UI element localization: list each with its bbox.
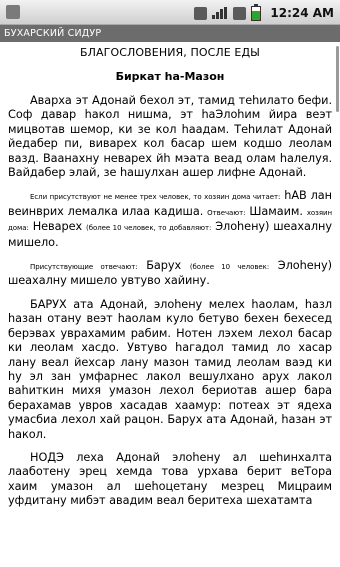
notification-icon bbox=[6, 5, 20, 19]
paragraph-5: НОДЭ леха Адонай элоhену ал шеhинхалта л… bbox=[8, 450, 332, 508]
paragraph-2: Если присутствуют не менее трех человек,… bbox=[8, 189, 332, 250]
battery-icon bbox=[251, 3, 262, 21]
paragraph-4: БАРУХ ата Адонай, элоhену мелех hаолам, … bbox=[8, 297, 332, 441]
prayer-text-view[interactable]: БЛАГОСЛОВЕНИЯ, ПОСЛЕ ЕДЫ Биркат hа-Мазон… bbox=[0, 43, 340, 567]
network-icon bbox=[233, 6, 247, 20]
paragraph-3: Присутствующие отвечают: Барух (более 10… bbox=[8, 259, 332, 289]
prayer-text: Барух bbox=[146, 259, 182, 273]
prayer-text: Шамаим. bbox=[249, 204, 303, 218]
signal-icon bbox=[212, 7, 228, 19]
instruction-text: Присутствующие отвечают: bbox=[30, 263, 138, 272]
instruction-text: (более 10 человек, то добавляют: bbox=[86, 224, 212, 233]
instruction-text: (более 10 человек: bbox=[189, 263, 270, 272]
sync-icon bbox=[194, 6, 208, 20]
clock: 12:24 AM bbox=[270, 6, 334, 20]
app-title-bar: БУХАРСКИЙ СИДУР bbox=[0, 25, 340, 42]
scroll-indicator[interactable] bbox=[336, 46, 339, 112]
status-bar: 12:24 AM bbox=[0, 0, 340, 25]
instruction-text: Отвечают: bbox=[207, 208, 246, 217]
section-subheading: Биркат hа-Мазон bbox=[115, 70, 225, 83]
status-icons: 12:24 AM bbox=[194, 3, 334, 23]
instruction-text: Если присутствуют не менее трех человек,… bbox=[30, 193, 281, 202]
paragraph-1: Аварха эт Адонай бехол эт, тамид теhилат… bbox=[8, 94, 332, 180]
prayer-text: Неварех bbox=[32, 220, 83, 234]
section-heading: БЛАГОСЛОВЕНИЯ, ПОСЛЕ ЕДЫ bbox=[80, 46, 260, 59]
